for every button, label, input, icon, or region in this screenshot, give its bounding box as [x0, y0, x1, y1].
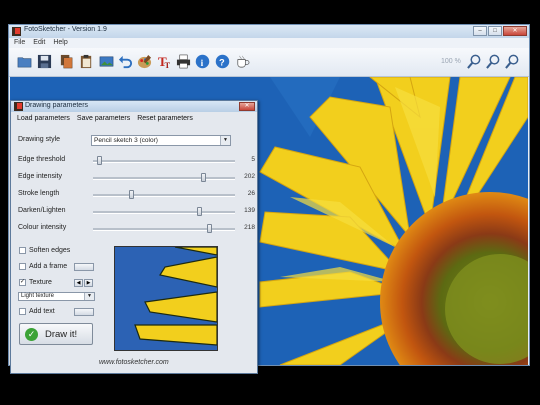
save-parameters-menu[interactable]: Save parameters: [77, 115, 130, 122]
undo-icon[interactable]: [118, 54, 133, 69]
drawing-style-label: Drawing style: [18, 136, 61, 143]
slider-thumb[interactable]: [201, 173, 206, 182]
menu-file[interactable]: File: [14, 38, 25, 48]
draw-it-button[interactable]: ✓ Draw it!: [19, 323, 93, 345]
dialog-menu: Load parameters Save parameters Reset pa…: [17, 115, 193, 122]
edge-threshold-slider[interactable]: [93, 156, 235, 165]
svg-text:?: ?: [219, 58, 225, 68]
preview-image: [115, 247, 217, 350]
colour-intensity-label: Colour intensity: [18, 224, 67, 231]
maximize-button[interactable]: □: [488, 26, 502, 36]
edge-intensity-label: Edge intensity: [18, 173, 62, 180]
add-text-checkbox[interactable]: [19, 308, 26, 315]
paste-icon[interactable]: [79, 54, 94, 69]
copy-icon[interactable]: [59, 54, 74, 69]
edge-intensity-value: 202: [244, 173, 255, 180]
print-icon[interactable]: [176, 54, 191, 69]
window-title: FotoSketcher - Version 1.9: [24, 26, 107, 33]
texture-select[interactable]: Light texture ▼: [18, 292, 95, 301]
drawing-style-select[interactable]: Pencil sketch 3 (color) ▼: [91, 135, 231, 146]
menu-bar: File Edit Help: [9, 38, 529, 48]
zoom-fit-icon[interactable]: [486, 54, 501, 69]
text-icon[interactable]: TT: [157, 54, 172, 69]
darken-lighten-value: 139: [244, 207, 255, 214]
picture-icon[interactable]: [99, 54, 114, 69]
edge-threshold-value: 5: [251, 156, 255, 163]
slider-thumb[interactable]: [197, 207, 202, 216]
soften-edges-checkbox[interactable]: [19, 247, 26, 254]
chevron-down-icon: ▼: [84, 293, 94, 300]
info-icon[interactable]: i: [195, 54, 210, 69]
help-icon[interactable]: ?: [215, 54, 230, 69]
dialog-app-icon: [14, 102, 23, 111]
palette-icon[interactable]: [137, 54, 152, 69]
texture-prev-button[interactable]: ◀: [74, 279, 83, 287]
app-logo-icon: [12, 27, 21, 36]
texture-next-button[interactable]: ▶: [84, 279, 93, 287]
stroke-length-label: Stroke length: [18, 190, 60, 197]
reset-parameters-menu[interactable]: Reset parameters: [137, 115, 193, 122]
svg-text:i: i: [201, 59, 204, 69]
colour-intensity-slider[interactable]: [93, 224, 235, 233]
slider-thumb[interactable]: [97, 156, 102, 165]
dialog-title-bar[interactable]: Drawing parameters ✕: [11, 101, 257, 112]
open-folder-icon[interactable]: [17, 54, 32, 69]
drawing-style-value: Pencil sketch 3 (color): [94, 137, 158, 144]
drawing-parameters-dialog: Drawing parameters ✕ Load parameters Sav…: [10, 100, 258, 374]
menu-help[interactable]: Help: [53, 38, 67, 48]
chevron-down-icon: ▼: [220, 136, 230, 145]
texture-label: Texture: [29, 279, 52, 286]
add-frame-checkbox[interactable]: [19, 263, 26, 270]
edge-threshold-label: Edge threshold: [18, 156, 66, 163]
darken-lighten-slider[interactable]: [93, 207, 235, 216]
edge-intensity-slider[interactable]: [93, 173, 235, 182]
colour-intensity-value: 218: [244, 224, 255, 231]
menu-edit[interactable]: Edit: [33, 38, 45, 48]
texture-value: Light texture: [21, 293, 55, 299]
text-options-button[interactable]: [74, 308, 94, 316]
save-icon[interactable]: [37, 54, 52, 69]
soften-edges-label: Soften edges: [29, 247, 71, 254]
preview-thumbnail: [114, 246, 218, 351]
stroke-length-value: 26: [247, 190, 255, 197]
slider-thumb[interactable]: [129, 190, 134, 199]
darken-lighten-label: Darken/Lighten: [18, 207, 66, 214]
coffee-cup-icon[interactable]: [235, 54, 250, 69]
frame-options-button[interactable]: [74, 263, 94, 271]
slider-thumb[interactable]: [207, 224, 212, 233]
zoom-in-icon[interactable]: [505, 54, 520, 69]
load-parameters-menu[interactable]: Load parameters: [17, 115, 70, 122]
zoom-level: 100 %: [441, 58, 461, 65]
draw-it-label: Draw it!: [45, 329, 78, 340]
close-button[interactable]: ✕: [503, 26, 527, 36]
checkmark-icon: ✓: [25, 328, 38, 341]
toolbar: TT i ? 100 %: [9, 48, 529, 77]
add-frame-label: Add a frame: [29, 263, 68, 270]
dialog-title: Drawing parameters: [25, 102, 89, 109]
add-text-label: Add text: [29, 308, 55, 315]
svg-text:T: T: [165, 60, 171, 69]
stroke-length-slider[interactable]: [93, 190, 235, 199]
title-bar[interactable]: FotoSketcher - Version 1.9 – □ ✕: [9, 25, 529, 38]
zoom-out-icon[interactable]: [467, 54, 482, 69]
website-link[interactable]: www.fotosketcher.com: [99, 359, 169, 366]
dialog-close-button[interactable]: ✕: [239, 102, 255, 111]
minimize-button[interactable]: –: [473, 26, 487, 36]
texture-checkbox[interactable]: ✓: [19, 279, 26, 286]
